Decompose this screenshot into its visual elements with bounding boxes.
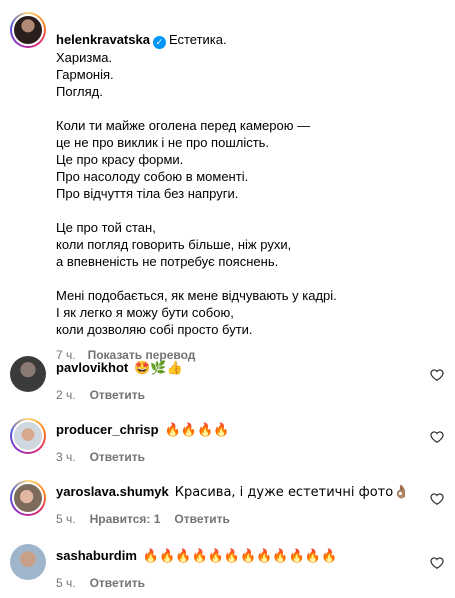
caption-line-1: Естетика. [168,32,227,47]
commenter-avatar-ring[interactable] [10,418,46,454]
verified-badge-icon: ✓ [152,36,166,49]
author-avatar[interactable] [12,14,44,46]
commenter-username[interactable]: sashaburdim [56,548,137,563]
reply-button[interactable]: Ответить [90,450,145,464]
like-heart-icon[interactable] [430,492,444,506]
commenter-username[interactable]: pavlovikhot [56,360,128,375]
caption-line-3: Гармонія. [56,67,114,82]
reply-button[interactable]: Ответить [174,512,229,526]
caption-paragraph-1: Коли ти майже оголена перед камерою — це… [56,118,311,201]
author-username[interactable]: helenkravatska [56,32,150,47]
caption: helenkravatska ✓ Естетика. Харизма. Гармон… [56,14,416,364]
reply-button[interactable]: Ответить [90,576,145,590]
caption-line-2: Харизма. [56,50,113,65]
commenter-avatar[interactable] [10,356,46,392]
comment-time[interactable]: 2 ч. [56,388,76,402]
commenter-avatar[interactable] [12,482,44,514]
likes-count[interactable]: Нравится: 1 [90,512,161,526]
caption-line-4: Погляд. [56,84,103,99]
comment-text: 🤩🌿👍 [134,361,183,376]
caption-paragraph-3: Мені подобається, як мене відчувають у к… [56,288,337,337]
caption-paragraph-2: Це про той стан, коли погляд говорить бі… [56,220,292,269]
reply-button[interactable]: Ответить [90,388,145,402]
like-heart-icon[interactable] [430,430,444,444]
comment-time[interactable]: 5 ч. [56,576,76,590]
commenter-avatar[interactable] [12,420,44,452]
like-heart-icon[interactable] [430,368,444,382]
comment-text: 🔥🔥🔥🔥 [164,423,230,438]
comment-text: 🔥🔥🔥🔥🔥🔥🔥🔥🔥🔥🔥🔥 [142,549,338,564]
like-heart-icon[interactable] [430,556,444,570]
commenter-username[interactable]: producer_chrisp [56,422,159,437]
comment-time[interactable]: 5 ч. [56,512,76,526]
commenter-avatar-ring[interactable] [10,480,46,516]
commenter-avatar[interactable] [10,544,46,580]
commenter-username[interactable]: yaroslava.shumyk [56,484,169,499]
comment-time[interactable]: 3 ч. [56,450,76,464]
comment-text: Красива, і дуже естетичні фото👌🏽 [174,485,410,500]
author-avatar-ring[interactable] [10,12,46,48]
